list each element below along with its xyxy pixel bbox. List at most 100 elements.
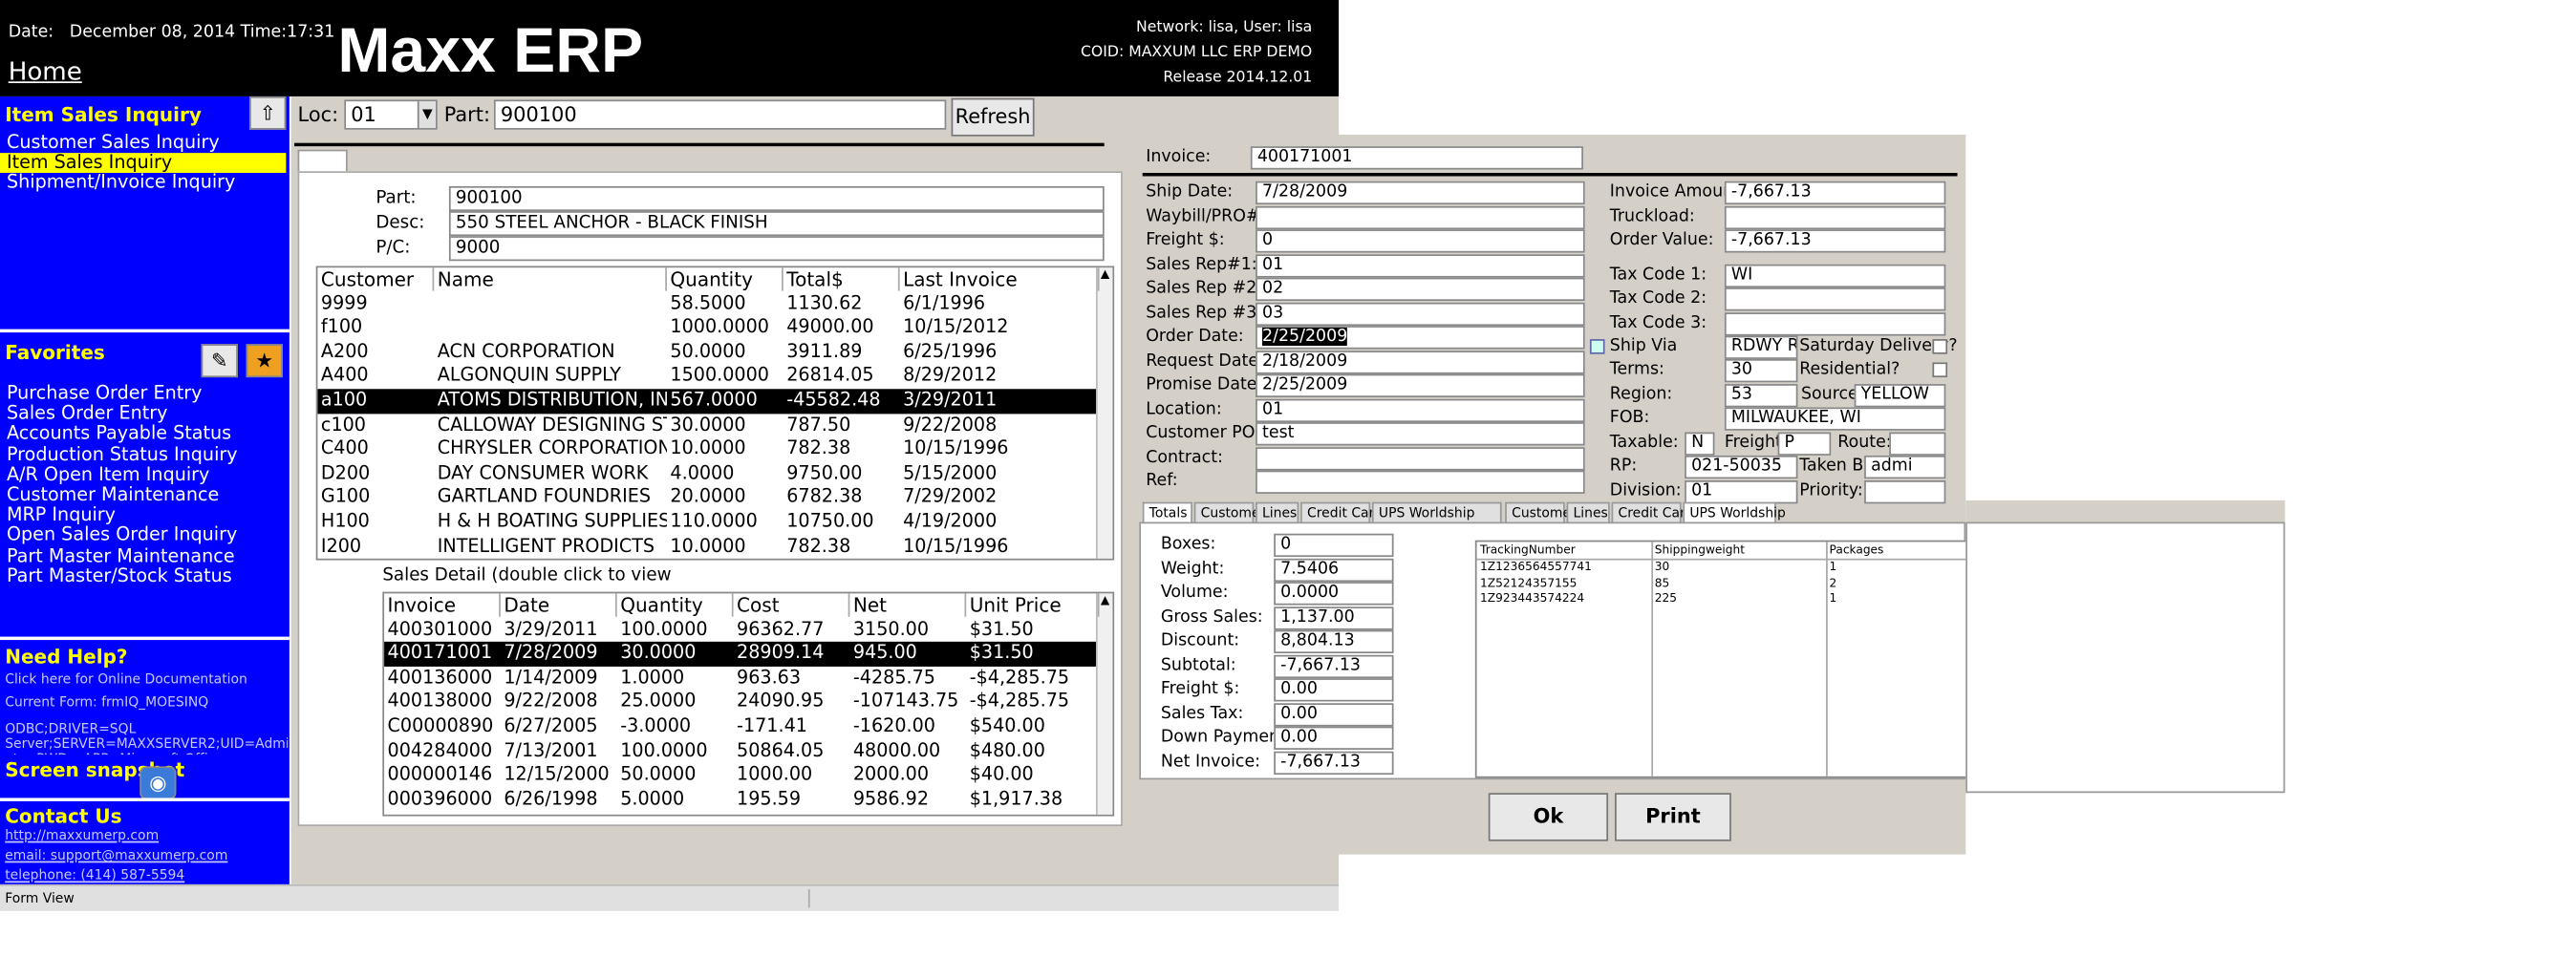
table-row[interactable]: 000000146 12/15/2000 50.0000 1000.00 2000.00… xyxy=(384,763,1096,787)
invoice-field-value[interactable]: 2/18/2009 xyxy=(1256,350,1585,373)
freight-field[interactable]: P xyxy=(1777,432,1832,456)
tab-part[interactable] xyxy=(297,149,348,174)
customer-table[interactable]: ▲ Customer Name Quantity Total$ Last Invoice… xyxy=(315,266,1115,561)
totals-value[interactable]: 0.00 xyxy=(1274,702,1394,726)
table-row[interactable]: C400 CHRYSLER CORPORATION 10.0000 782.38 10/… xyxy=(317,437,1096,461)
totals-value[interactable]: 0 xyxy=(1274,533,1394,558)
part-field[interactable]: 900100 xyxy=(448,185,1105,212)
favorite-item[interactable]: Purchase Order Entry xyxy=(0,383,286,404)
favorite-item[interactable]: Part Master Maintenance xyxy=(0,545,286,566)
invoice-field-value[interactable]: test xyxy=(1256,422,1585,446)
invoice-field-value[interactable]: 01 xyxy=(1256,253,1585,277)
totals-value[interactable]: 8,804.13 xyxy=(1274,629,1394,654)
table-row[interactable]: c100 CALLOWAY DESIGNING ST 30.0000 787.50 9/… xyxy=(317,414,1096,437)
contact-phone[interactable]: telephone: (414) 587-5594 xyxy=(5,868,184,883)
fob-field[interactable]: MILWAUKEE, WI xyxy=(1724,407,1946,431)
table-row[interactable]: I200 INTELLIGENT PRODICTS 10.0000 782.38 10/… xyxy=(317,535,1096,559)
column-header[interactable]: Last Invoice xyxy=(900,267,1100,291)
contact-email[interactable]: email: support@maxxumerp.com xyxy=(5,848,227,863)
column-header[interactable]: Total$ xyxy=(784,267,900,291)
tab-ups-worldship[interactable]: UPS Worldship xyxy=(1683,501,1786,524)
favorite-item[interactable]: Production Status Inquiry xyxy=(0,444,286,465)
totals-value[interactable]: 0.00 xyxy=(1274,678,1394,702)
favorite-item[interactable]: Part Master/Stock Status xyxy=(0,565,286,586)
source-field[interactable]: YELLOW xyxy=(1854,384,1946,408)
invoice-field-value[interactable]: 03 xyxy=(1256,301,1585,326)
tab-totals[interactable]: Totals xyxy=(1142,501,1192,524)
tab-credit-card[interactable]: Credit Card xyxy=(1611,501,1693,524)
sidebar-item[interactable]: Customer Sales Inquiry xyxy=(0,132,286,153)
table-row[interactable]: C00000890 6/27/2005 -3.0000 -171.41 -1620.00… xyxy=(384,714,1096,738)
tab-customer[interactable]: Customer xyxy=(1505,501,1577,524)
tab-customer[interactable]: Customer xyxy=(1193,501,1265,524)
invoice-field-value[interactable] xyxy=(1256,446,1585,470)
taken-by-field[interactable]: admi xyxy=(1864,455,1946,479)
sidebar-item[interactable]: Shipment/Invoice Inquiry xyxy=(0,172,286,193)
favorite-item[interactable]: A/R Open Item Inquiry xyxy=(0,464,286,485)
favorite-item[interactable]: Open Sales Order Inquiry xyxy=(0,525,286,546)
up-arrow-icon[interactable]: ⇧ xyxy=(249,96,287,130)
table-row[interactable]: 004284000 7/13/2001 100.0000 50864.05 48000.… xyxy=(384,739,1096,763)
invoice-field-value[interactable] xyxy=(1256,204,1585,229)
table-row[interactable]: H100 H & H BOATING SUPPLIES 110.0000 10750.… xyxy=(317,510,1096,534)
table-row[interactable]: 9999 58.5000 1130.62 6/1/1996 xyxy=(317,292,1096,316)
totals-value[interactable]: 1,137.00 xyxy=(1274,606,1394,629)
invoice-field-value[interactable]: -7,667.13 xyxy=(1724,181,1946,205)
sidebar-item[interactable]: Item Sales Inquiry xyxy=(0,152,287,174)
invoice-field-value[interactable]: WI xyxy=(1724,263,1946,287)
column-header[interactable]: Cost xyxy=(734,593,850,617)
column-header[interactable]: Unit Price xyxy=(966,593,1100,617)
region-field[interactable]: 53 xyxy=(1724,384,1798,408)
invoice-field-value[interactable]: 2/25/2009 xyxy=(1256,326,1585,350)
totals-value[interactable]: 0.00 xyxy=(1274,726,1394,750)
ship-via-field[interactable]: RDWY RC xyxy=(1724,335,1798,359)
invoice-field-value[interactable]: 01 xyxy=(1256,397,1585,422)
column-header[interactable]: Quantity xyxy=(617,593,734,617)
table-row[interactable]: 400138000 9/22/2008 25.0000 24090.95 -107143… xyxy=(384,691,1096,714)
totals-value[interactable]: -7,667.13 xyxy=(1274,653,1394,678)
totals-value[interactable]: 0.0000 xyxy=(1274,582,1394,606)
calendar-icon[interactable] xyxy=(1589,339,1605,354)
column-header[interactable]: Packages xyxy=(1830,543,1884,557)
residential-checkbox[interactable] xyxy=(1932,362,1948,378)
refresh-button[interactable]: Refresh xyxy=(951,97,1035,137)
table-row[interactable]: 400171001 7/28/2009 30.0000 28909.14 945.00 $… xyxy=(384,642,1096,667)
table-row[interactable]: 000396000 6/26/1998 5.0000 195.59 9586.92 $1,… xyxy=(384,788,1096,812)
invoice-field-value[interactable]: 7/28/2009 xyxy=(1256,181,1585,205)
home-link[interactable]: Home xyxy=(9,56,82,86)
terms-field[interactable]: 30 xyxy=(1724,358,1798,383)
table-row[interactable]: D200 DAY CONSUMER WORK 4.0000 9750.00 5/15/2… xyxy=(317,462,1096,486)
camera-icon[interactable]: ◉ xyxy=(140,766,177,800)
desc-field[interactable]: 550 STEEL ANCHOR - BLACK FINISH xyxy=(448,211,1105,237)
totals-value[interactable]: -7,667.13 xyxy=(1274,750,1394,775)
route-field[interactable] xyxy=(1889,432,1946,456)
totals-value[interactable]: 7.5406 xyxy=(1274,557,1394,582)
column-header[interactable]: Quantity xyxy=(667,267,784,291)
invoice-field-value[interactable] xyxy=(1256,470,1585,494)
online-docs-link[interactable]: Click here for Online Documentation xyxy=(5,671,247,687)
column-header[interactable]: Shippingweight xyxy=(1655,543,1745,557)
ok-button[interactable]: Ok xyxy=(1488,793,1609,841)
taxable-field[interactable]: N xyxy=(1685,432,1715,456)
saturday-delivery-checkbox[interactable] xyxy=(1932,339,1948,354)
priority-field[interactable] xyxy=(1864,480,1946,504)
part-search-input[interactable]: 900100 xyxy=(493,99,947,130)
column-header[interactable]: Invoice xyxy=(384,593,501,617)
favorite-item[interactable]: Customer Maintenance xyxy=(0,484,286,505)
tab-lines[interactable]: Lines xyxy=(1256,501,1299,524)
edit-favorites-icon[interactable]: ✎ xyxy=(201,344,238,378)
favorite-item[interactable]: Accounts Payable Status xyxy=(0,424,286,445)
invoice-field-value[interactable] xyxy=(1724,287,1946,311)
print-button[interactable]: Print xyxy=(1615,793,1731,841)
favorite-item[interactable]: MRP Inquiry xyxy=(0,505,286,525)
invoice-field-value[interactable]: -7,667.13 xyxy=(1724,229,1946,253)
division-field[interactable]: 01 xyxy=(1685,480,1798,504)
sales-detail-table[interactable]: ▲ Invoice Date Quantity Cost Net Unit Price 40… xyxy=(382,591,1115,817)
tab-credit-card[interactable]: Credit Card xyxy=(1300,501,1383,524)
favorite-item[interactable]: Sales Order Entry xyxy=(0,403,286,424)
table-row[interactable]: A400 ALGONQUIN SUPPLY 1500.0000 26814.05 8/2… xyxy=(317,365,1096,389)
invoice-field[interactable]: 400171001 xyxy=(1250,146,1583,170)
table-row[interactable]: A200 ACN CORPORATION 50.0000 3911.89 6/25/19… xyxy=(317,340,1096,364)
column-header[interactable]: Name xyxy=(434,267,667,291)
tab-lines[interactable]: Lines xyxy=(1566,501,1610,524)
